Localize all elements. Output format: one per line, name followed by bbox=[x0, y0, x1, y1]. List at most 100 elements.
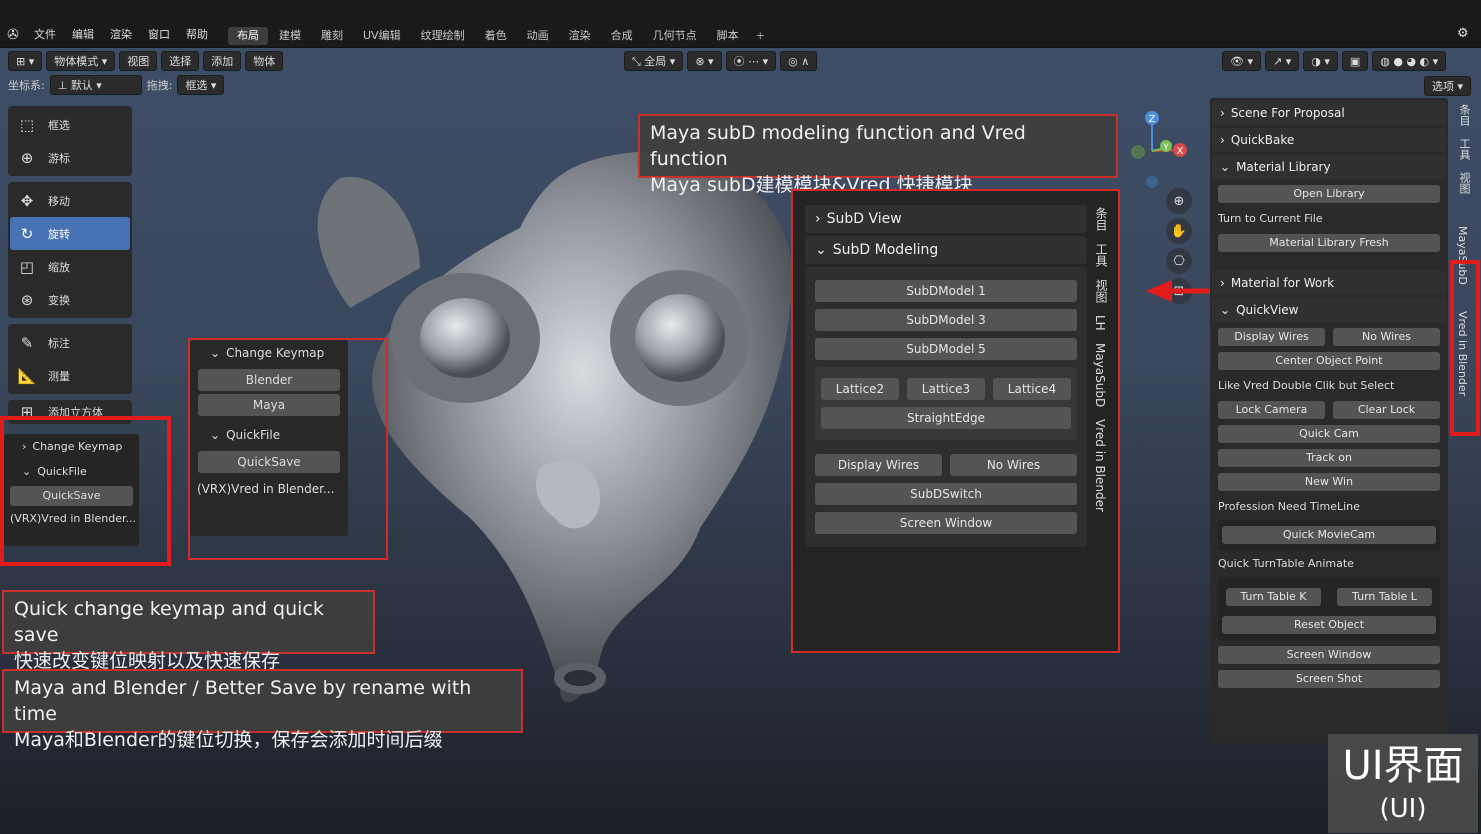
menu-view[interactable]: 视图 bbox=[119, 51, 158, 71]
material-for-work-label: Material for Work bbox=[1230, 276, 1335, 290]
open-library-button[interactable]: Open Library bbox=[1218, 185, 1440, 203]
turn-table-l-button[interactable]: Turn Table L bbox=[1337, 588, 1432, 606]
quickview-header[interactable]: ⌄ QuickView bbox=[1212, 298, 1446, 322]
menu-window[interactable]: 窗口 bbox=[140, 24, 178, 46]
quick-moviecam-button[interactable]: Quick MovieCam bbox=[1222, 526, 1436, 544]
tab-animation[interactable]: 动画 bbox=[518, 27, 558, 45]
xray-icon[interactable]: ▣ bbox=[1341, 51, 1369, 71]
change-keymap-header[interactable]: ⌄ Change Keymap bbox=[190, 340, 348, 366]
navigation-gizmo[interactable]: Z X Y bbox=[1118, 106, 1198, 196]
tab-lh[interactable]: LH bbox=[1093, 309, 1107, 337]
quicksave-button[interactable]: QuickSave bbox=[198, 451, 340, 473]
subd-view-header[interactable]: › SubD View bbox=[805, 205, 1087, 233]
material-library-fresh-button[interactable]: Material Library Fresh bbox=[1218, 234, 1440, 252]
screen-window-button[interactable]: Screen Window bbox=[1218, 646, 1440, 664]
tool-cursor[interactable]: ⊕ 游标 bbox=[10, 141, 130, 174]
track-on-button[interactable]: Track on bbox=[1218, 449, 1440, 467]
tab-tool[interactable]: 工具 bbox=[1093, 237, 1110, 273]
tool-annotate[interactable]: ✎ 标注 bbox=[10, 326, 130, 359]
no-wires-button[interactable]: No Wires bbox=[950, 454, 1077, 476]
menu-add[interactable]: 添加 bbox=[203, 51, 242, 71]
editor-type-button[interactable]: ⊞ ▾ bbox=[8, 51, 43, 71]
tab-mayasubd[interactable]: MayaSubD bbox=[1093, 337, 1107, 413]
tab-shading[interactable]: 着色 bbox=[476, 27, 516, 45]
menu-object[interactable]: 物体 bbox=[245, 51, 284, 71]
tool-transform[interactable]: ⊛ 变换 bbox=[10, 283, 130, 316]
snapping-icon[interactable]: ⦿ ⋯ ▾ bbox=[725, 51, 777, 71]
scene-for-proposal-header[interactable]: › Scene For Proposal bbox=[1212, 101, 1446, 125]
tab-view[interactable]: 视图 bbox=[1456, 166, 1472, 200]
material-library-header[interactable]: ⌄ Material Library bbox=[1212, 155, 1446, 179]
3d-viewport[interactable]: ⊞ ▾ 物体模式 ▾ 视图 选择 添加 物体 ⤡ 全局 ▾ ⊗ ▾ ⦿ ⋯ ▾ … bbox=[0, 48, 1481, 834]
zoom-icon[interactable]: ⊕ bbox=[1166, 188, 1192, 214]
menu-select[interactable]: 选择 bbox=[161, 51, 200, 71]
menu-render[interactable]: 渲染 bbox=[102, 24, 140, 46]
tool-scale[interactable]: ◰ 缩放 bbox=[10, 250, 130, 283]
menu-help[interactable]: 帮助 bbox=[178, 24, 216, 46]
overlay-icon[interactable]: ◑ ▾ bbox=[1303, 51, 1338, 71]
tab-layout[interactable]: 布局 bbox=[228, 27, 268, 45]
tab-sculpting[interactable]: 雕刻 bbox=[312, 27, 352, 45]
tab-compositing[interactable]: 合成 bbox=[602, 27, 642, 45]
reset-object-button[interactable]: Reset Object bbox=[1222, 616, 1436, 634]
shading-modes-icon[interactable]: ◍ ● ◕ ◐ ▾ bbox=[1372, 51, 1447, 71]
scene-icon[interactable]: ⚙ bbox=[1457, 26, 1475, 44]
tab-item[interactable]: 条目 bbox=[1093, 201, 1110, 237]
screen-shot-button[interactable]: Screen Shot bbox=[1218, 670, 1440, 688]
no-wires-button[interactable]: No Wires bbox=[1333, 328, 1440, 346]
blender-logo-icon[interactable]: ✇ bbox=[0, 24, 26, 46]
display-wires-button[interactable]: Display Wires bbox=[1218, 328, 1325, 346]
vred-link[interactable]: (VRX)Vred in Blender... bbox=[190, 476, 348, 502]
turn-table-k-button[interactable]: Turn Table K bbox=[1226, 588, 1321, 606]
tab-texture-paint[interactable]: 纹理绘制 bbox=[412, 27, 474, 45]
lattice3-button[interactable]: Lattice3 bbox=[907, 378, 985, 400]
quickbake-header[interactable]: › QuickBake bbox=[1212, 128, 1446, 152]
lock-camera-button[interactable]: Lock Camera bbox=[1218, 401, 1325, 419]
maya-keymap-button[interactable]: Maya bbox=[198, 394, 340, 416]
center-object-point-button[interactable]: Center Object Point bbox=[1218, 352, 1440, 370]
subd-model-1-button[interactable]: SubDModel 1 bbox=[815, 280, 1077, 302]
proportional-edit-icon[interactable]: ◎ ∧ bbox=[780, 51, 818, 71]
tab-view[interactable]: 视图 bbox=[1093, 273, 1110, 309]
subd-modeling-header[interactable]: ⌄ SubD Modeling bbox=[805, 236, 1087, 264]
pan-hand-icon[interactable]: ✋ bbox=[1166, 218, 1192, 244]
tab-geometry-nodes[interactable]: 几何节点 bbox=[644, 27, 706, 45]
clear-lock-button[interactable]: Clear Lock bbox=[1333, 401, 1440, 419]
lattice4-button[interactable]: Lattice4 bbox=[993, 378, 1071, 400]
pivot-select[interactable]: ⤡ 全局 ▾ bbox=[624, 51, 684, 71]
gizmo-icon[interactable]: ↗ ▾ bbox=[1264, 51, 1300, 71]
snap-icon[interactable]: ⊗ ▾ bbox=[687, 51, 722, 71]
tab-scripting[interactable]: 脚本 bbox=[708, 27, 748, 45]
subd-model-5-button[interactable]: SubDModel 5 bbox=[815, 338, 1077, 360]
options-button[interactable]: 选项 ▾ bbox=[1424, 76, 1472, 96]
tab-rendering[interactable]: 渲染 bbox=[560, 27, 600, 45]
drag-select[interactable]: 框选 ▾ bbox=[177, 75, 225, 95]
visibility-icon[interactable]: 👁 ▾ bbox=[1222, 51, 1261, 71]
tab-modeling[interactable]: 建模 bbox=[270, 27, 310, 45]
subd-switch-button[interactable]: SubDSwitch bbox=[815, 483, 1077, 505]
tab-vred-in-blender[interactable]: Vred in Blender bbox=[1093, 413, 1107, 518]
menu-edit[interactable]: 编辑 bbox=[64, 24, 102, 46]
straight-edge-button[interactable]: StraightEdge bbox=[821, 407, 1071, 429]
screen-window-button[interactable]: Screen Window bbox=[815, 512, 1077, 534]
quickfile-header[interactable]: ⌄ QuickFile bbox=[190, 422, 348, 448]
subd-model-3-button[interactable]: SubDModel 3 bbox=[815, 309, 1077, 331]
camera-icon[interactable]: ⎔ bbox=[1166, 248, 1192, 274]
tool-measure[interactable]: 📐 测量 bbox=[10, 359, 130, 392]
menu-file[interactable]: 文件 bbox=[26, 24, 64, 46]
quick-cam-button[interactable]: Quick Cam bbox=[1218, 425, 1440, 443]
coord-select[interactable]: ⊥ 默认 ▾ bbox=[49, 75, 142, 95]
tool-rotate[interactable]: ↻ 旋转 bbox=[10, 217, 130, 250]
add-workspace-button[interactable]: + bbox=[750, 27, 771, 45]
blender-keymap-button[interactable]: Blender bbox=[198, 369, 340, 391]
mode-select[interactable]: 物体模式 ▾ bbox=[46, 51, 116, 71]
lattice2-button[interactable]: Lattice2 bbox=[821, 378, 899, 400]
tab-item[interactable]: 条目 bbox=[1456, 98, 1472, 132]
material-for-work-header[interactable]: › Material for Work bbox=[1212, 271, 1446, 295]
tool-box-select[interactable]: ⬚ 框选 bbox=[10, 108, 130, 141]
tab-uv-editing[interactable]: UV编辑 bbox=[354, 27, 410, 45]
new-win-button[interactable]: New Win bbox=[1218, 473, 1440, 491]
tab-tool[interactable]: 工具 bbox=[1456, 132, 1472, 166]
tool-move[interactable]: ✥ 移动 bbox=[10, 184, 130, 217]
display-wires-button[interactable]: Display Wires bbox=[815, 454, 942, 476]
